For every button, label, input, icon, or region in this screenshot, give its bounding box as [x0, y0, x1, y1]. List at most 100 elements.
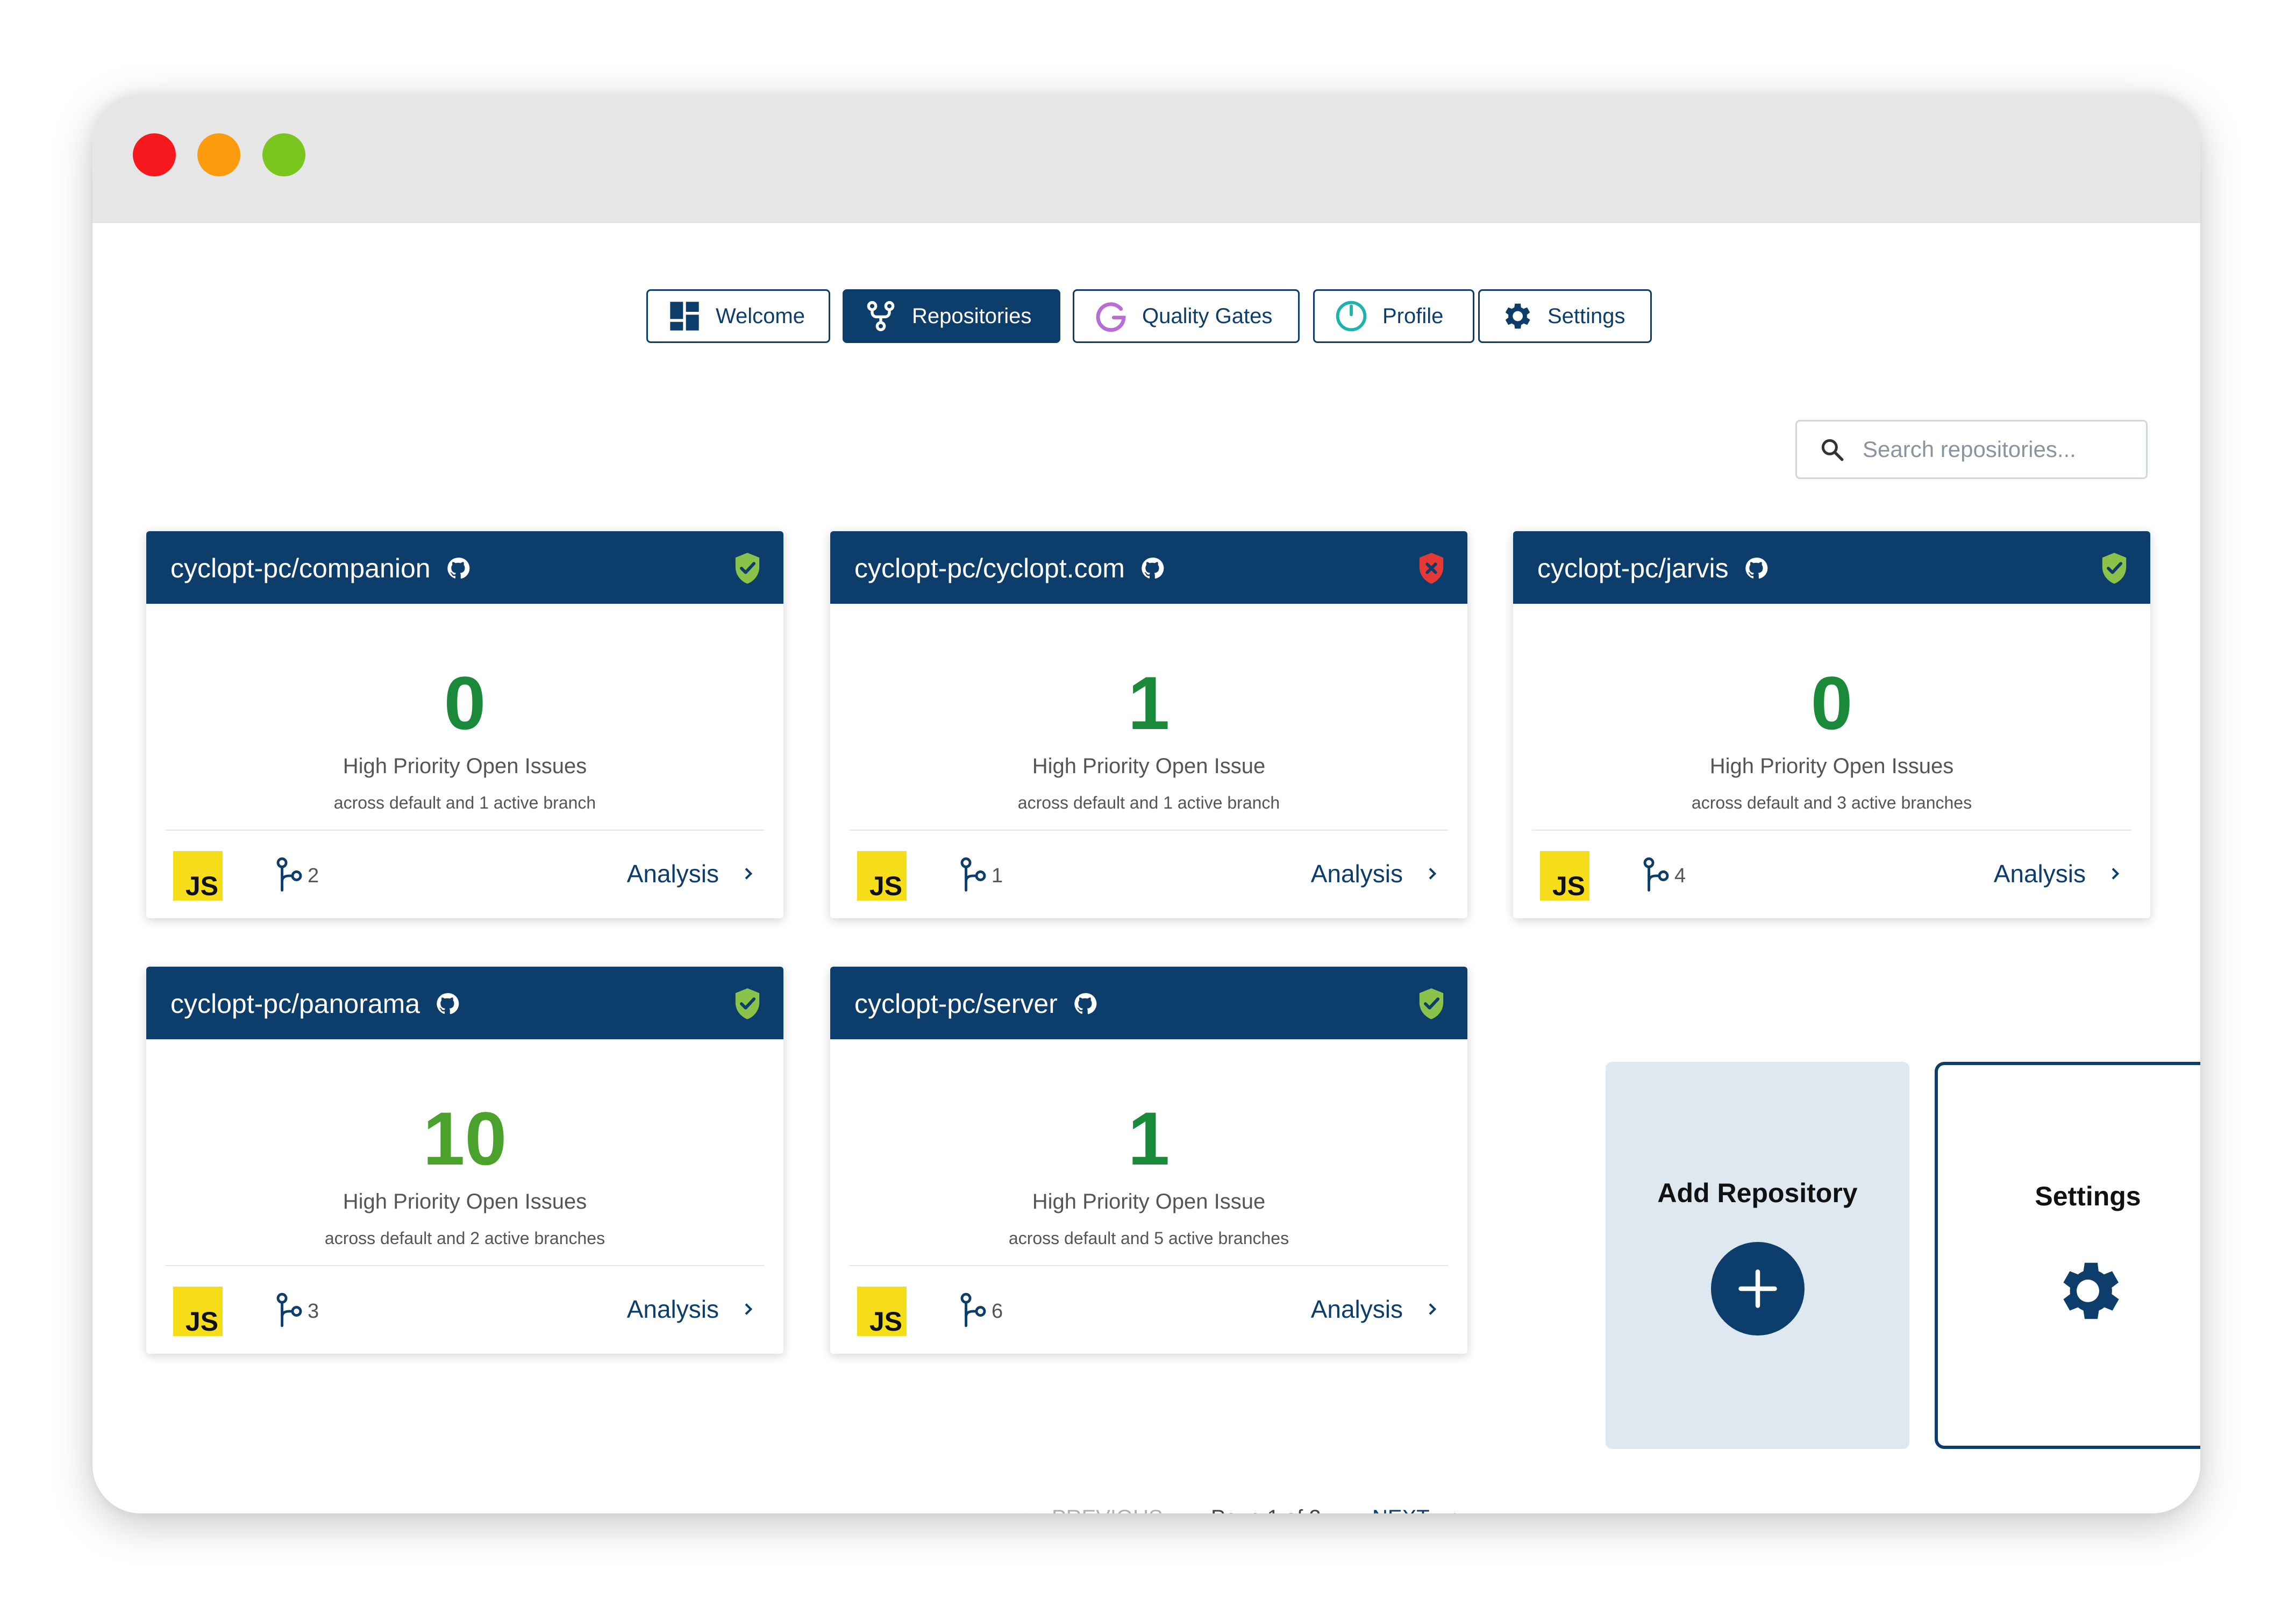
tab-welcome[interactable]: Welcome	[646, 289, 830, 343]
analysis-link[interactable]: Analysis	[1994, 859, 2123, 888]
plus-icon[interactable]	[1710, 1242, 1805, 1335]
add-repository-tile[interactable]: Add Repository	[1606, 1062, 1909, 1449]
repository-title[interactable]: cyclopt-pc/cyclopt.com	[854, 553, 1166, 584]
add-repository-label: Add Repository	[1657, 1178, 1858, 1208]
repository-card-header: cyclopt-pc/companion	[146, 531, 783, 604]
issue-count: 1	[1128, 661, 1170, 745]
analysis-label: Analysis	[1310, 1295, 1403, 1323]
issues-label: High Priority Open Issue	[1032, 754, 1266, 778]
repository-card-header: cyclopt-pc/cyclopt.com	[830, 531, 1467, 604]
fork-icon	[864, 299, 898, 333]
search-icon	[1821, 439, 1844, 461]
chevron-right-icon	[1453, 1512, 1456, 1513]
card-divider	[849, 830, 1449, 831]
chevron-right-icon	[2112, 868, 2120, 880]
branches-summary: across default and 3 active branches	[1691, 793, 1972, 812]
repository-card[interactable]: cyclopt-pc/cyclopt.com 1 High Priority O…	[830, 531, 1467, 918]
issue-count: 1	[1128, 1096, 1170, 1181]
repository-card[interactable]: cyclopt-pc/companion 0 High Priority Ope…	[146, 531, 783, 918]
tab-settings-label: Settings	[1548, 304, 1625, 328]
issue-count: 0	[1810, 661, 1853, 745]
repository-card[interactable]: cyclopt-pc/panorama 10 High Priority Ope…	[146, 967, 783, 1354]
javascript-badge: JS	[1540, 851, 1589, 901]
repository-name[interactable]: cyclopt-pc/jarvis	[1537, 553, 1729, 584]
previous-label: PREVIOUS	[1052, 1506, 1163, 1513]
quality-gate-icon	[1094, 299, 1128, 333]
chevron-right-icon	[745, 1303, 753, 1315]
analysis-link[interactable]: Analysis	[627, 1295, 757, 1324]
tab-welcome-label: Welcome	[716, 304, 805, 328]
issue-count: 0	[444, 661, 486, 745]
maximize-window-button[interactable]	[262, 133, 305, 176]
branch-icon	[960, 1292, 986, 1327]
repository-name[interactable]: cyclopt-pc/server	[854, 988, 1058, 1019]
github-icon	[1074, 993, 1097, 1015]
tab-quality-gates[interactable]: Quality Gates	[1073, 289, 1300, 343]
profile-icon	[1334, 299, 1368, 333]
branch-icon	[276, 1292, 302, 1327]
branches-summary: across default and 5 active branches	[1008, 1229, 1289, 1248]
main-nav: Welcome Repositories Quality Gates Profi…	[92, 289, 2200, 345]
analysis-link[interactable]: Analysis	[1311, 1295, 1441, 1324]
repository-title[interactable]: cyclopt-pc/server	[854, 988, 1099, 1019]
branches-summary: across default and 1 active branch	[1017, 793, 1280, 812]
repository-title[interactable]: cyclopt-pc/companion	[170, 553, 472, 584]
previous-page-button[interactable]: PREVIOUS	[1017, 1506, 1163, 1513]
branch-count: 6	[992, 1300, 1003, 1323]
repository-name[interactable]: cyclopt-pc/companion	[170, 553, 431, 584]
javascript-badge: JS	[857, 851, 907, 901]
shield-alert-icon	[1419, 553, 1444, 584]
close-window-button[interactable]	[133, 133, 176, 176]
minimize-window-button[interactable]	[197, 133, 240, 176]
analysis-link[interactable]: Analysis	[1311, 859, 1441, 888]
gear-icon	[1499, 299, 1534, 333]
chevron-right-icon	[1429, 1303, 1437, 1315]
repository-title[interactable]: cyclopt-pc/panorama	[170, 988, 461, 1019]
issues-label: High Priority Open Issues	[343, 754, 587, 778]
issues-label: High Priority Open Issue	[1032, 1190, 1266, 1213]
tab-quality-gates-label: Quality Gates	[1142, 304, 1273, 328]
repository-name[interactable]: cyclopt-pc/panorama	[170, 988, 420, 1019]
card-divider	[165, 830, 765, 831]
gear-icon	[2063, 1262, 2119, 1319]
branch-icon	[276, 857, 302, 892]
repository-card[interactable]: cyclopt-pc/server 1 High Priority Open I…	[830, 967, 1467, 1354]
branches-summary: across default and 2 active branches	[324, 1229, 605, 1248]
github-icon	[1142, 558, 1164, 579]
repository-name[interactable]: cyclopt-pc/cyclopt.com	[854, 553, 1125, 584]
repository-card[interactable]: cyclopt-pc/jarvis 0 High Priority Open I…	[1513, 531, 2150, 918]
github-icon	[447, 558, 469, 579]
tab-settings[interactable]: Settings	[1478, 289, 1652, 343]
javascript-badge: JS	[173, 851, 223, 901]
settings-tile[interactable]: Settings	[1935, 1062, 2200, 1449]
analysis-label: Analysis	[626, 860, 719, 888]
branches-summary: across default and 1 active branch	[333, 793, 596, 812]
settings-tile-label: Settings	[2035, 1181, 2141, 1211]
branch-count: 1	[992, 865, 1003, 887]
tab-repositories-label: Repositories	[912, 304, 1032, 328]
repository-title[interactable]: cyclopt-pc/jarvis	[1537, 553, 1770, 584]
javascript-badge: JS	[173, 1287, 223, 1336]
tab-profile-label: Profile	[1382, 304, 1444, 328]
branch-count: 3	[308, 1300, 319, 1323]
repository-card-header: cyclopt-pc/panorama	[146, 967, 783, 1039]
branch-count: 2	[308, 865, 319, 887]
shield-check-icon	[2102, 553, 2127, 584]
branch-icon	[1643, 857, 1669, 892]
tab-profile[interactable]: Profile	[1313, 289, 1474, 343]
card-divider	[165, 1265, 765, 1266]
analysis-label: Analysis	[1310, 860, 1403, 888]
search-input[interactable]	[1862, 436, 2143, 463]
repository-card-header: cyclopt-pc/jarvis	[1513, 531, 2150, 604]
tab-repositories[interactable]: Repositories	[843, 289, 1060, 343]
page-indicator: Page 1 of 2	[1211, 1506, 1321, 1513]
app-window: Welcome Repositories Quality Gates Profi…	[92, 94, 2200, 1513]
branch-count: 4	[1674, 865, 1686, 887]
github-icon	[437, 993, 459, 1015]
analysis-link[interactable]: Analysis	[627, 859, 757, 888]
next-page-button[interactable]: NEXT	[1372, 1506, 1464, 1513]
chevron-left-icon	[1026, 1512, 1028, 1513]
issues-label: High Priority Open Issues	[343, 1190, 587, 1213]
chevron-right-icon	[745, 868, 753, 880]
issue-count: 10	[423, 1096, 507, 1181]
